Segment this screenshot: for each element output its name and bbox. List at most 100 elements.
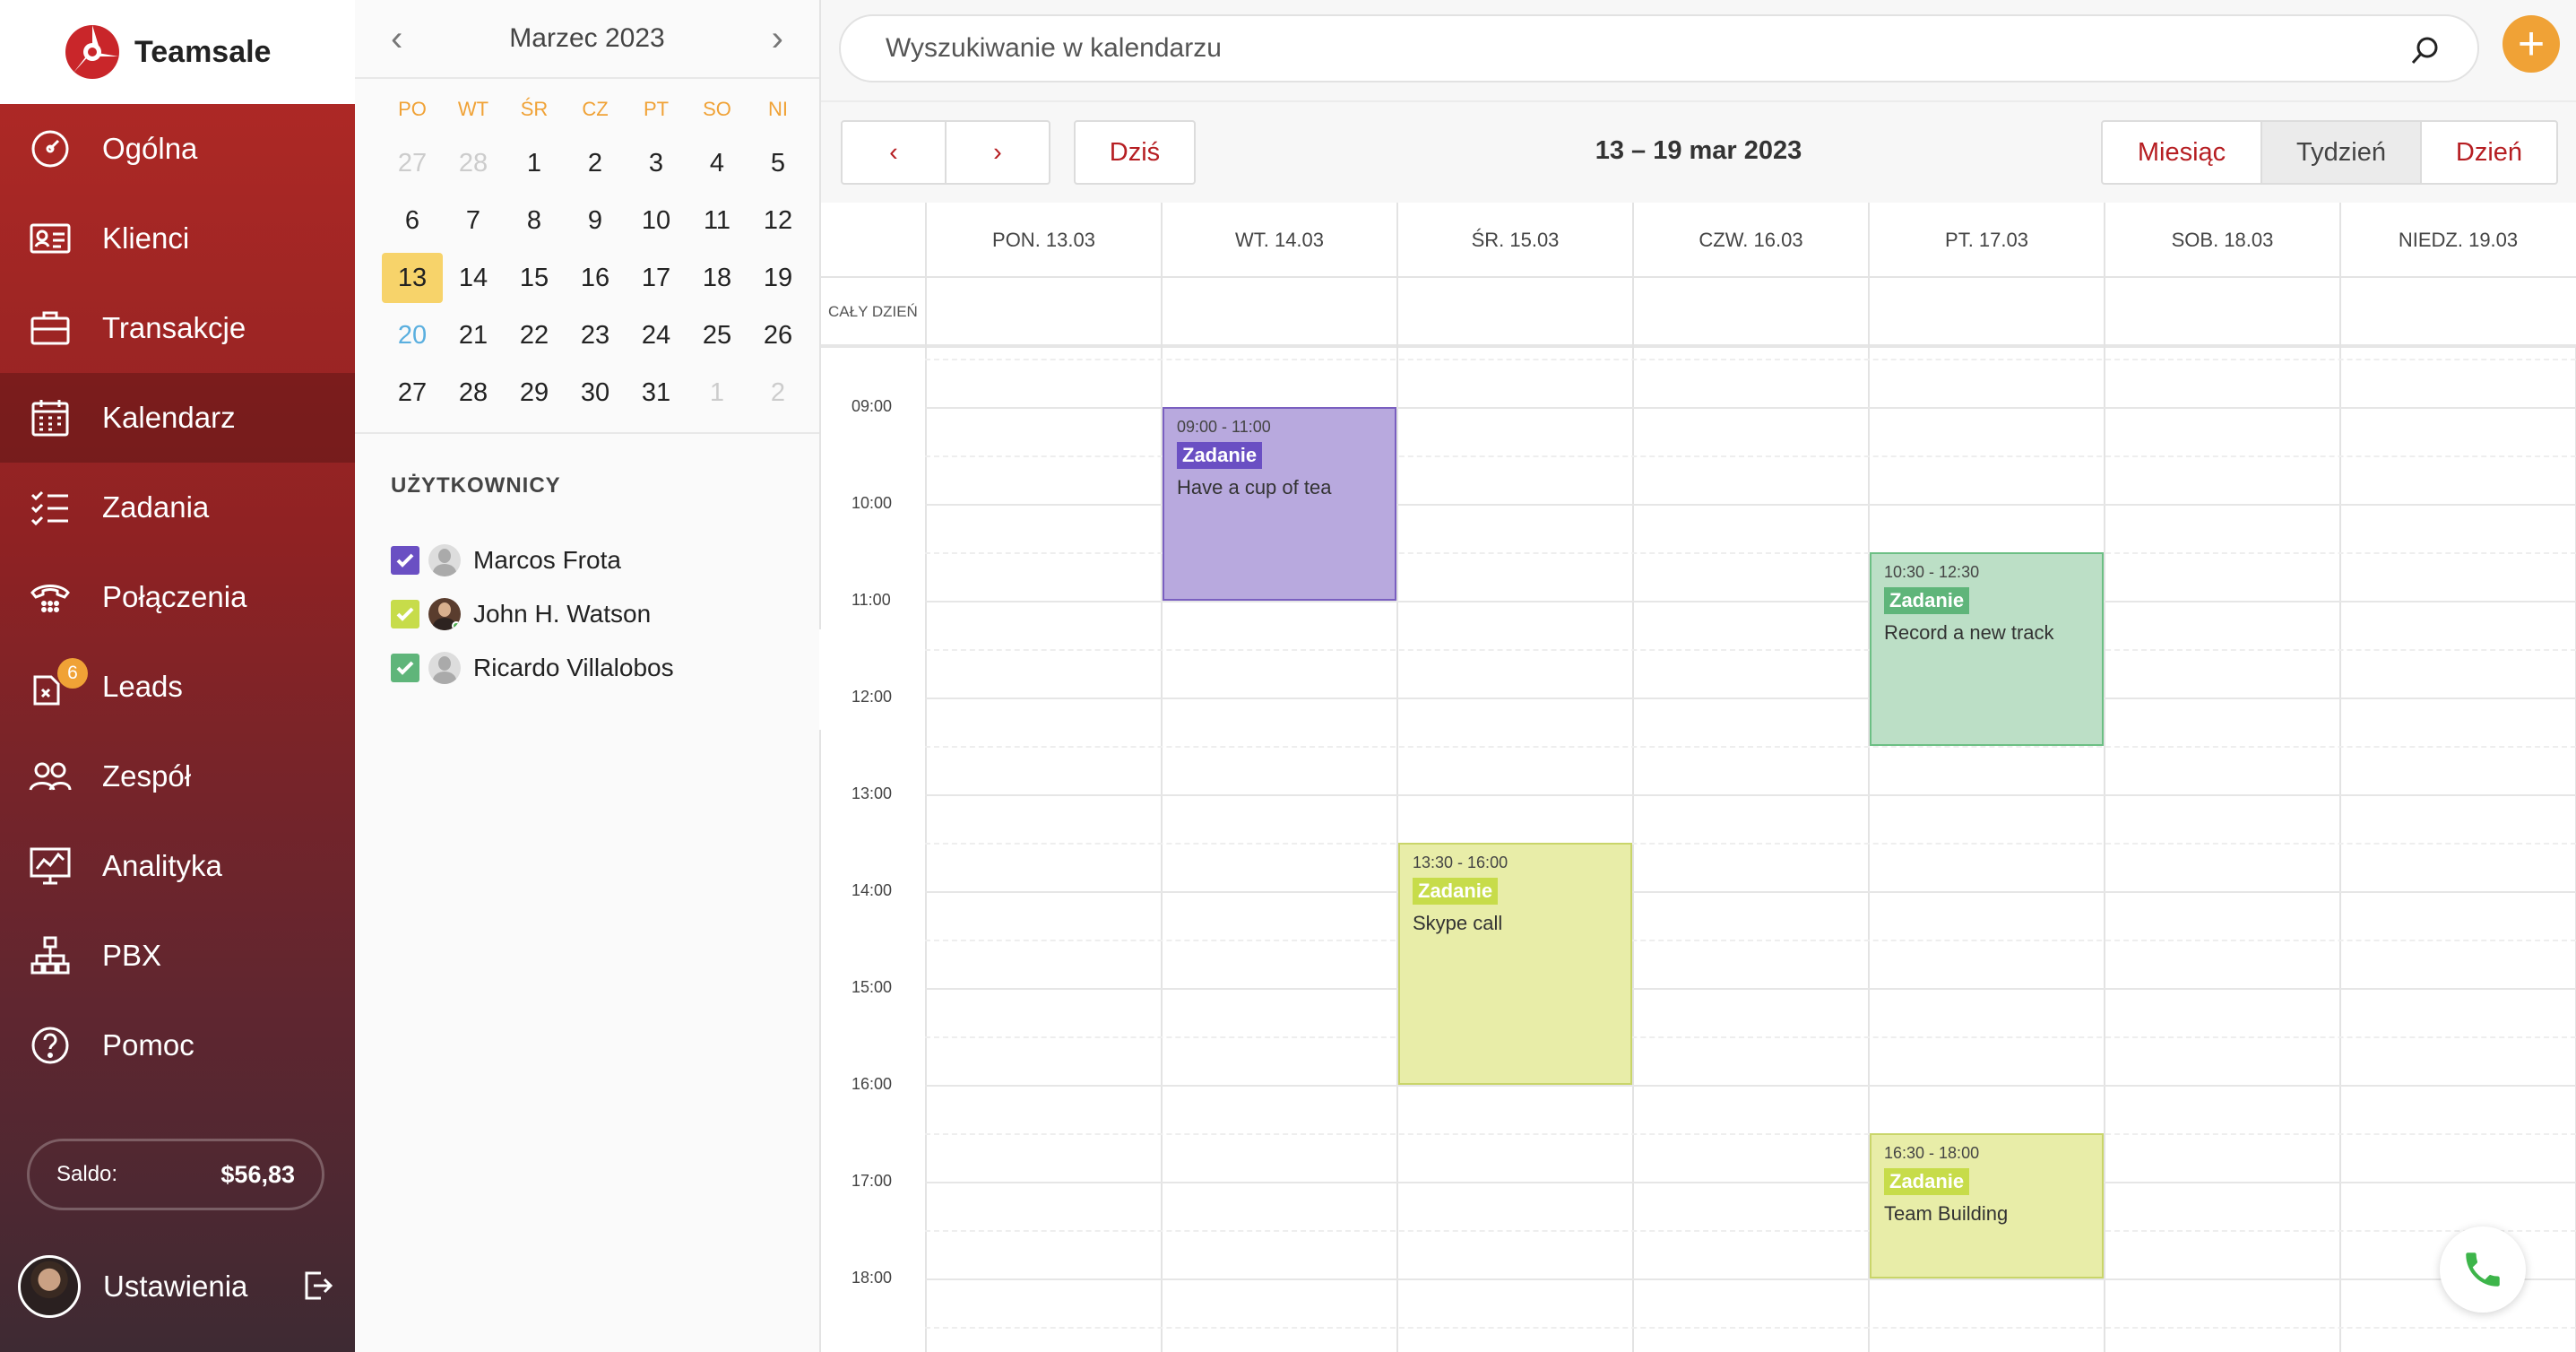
mini-calendar-day[interactable]: 9: [565, 195, 626, 246]
user-checkbox[interactable]: [391, 654, 419, 682]
mini-calendar-day[interactable]: 18: [687, 253, 748, 303]
call-button[interactable]: [2440, 1226, 2526, 1313]
prev-month-chevron-icon[interactable]: ‹: [391, 21, 402, 56]
all-day-row: CAŁY DZIEŃ: [821, 278, 2576, 348]
mini-calendar-day[interactable]: 6: [382, 195, 443, 246]
logout-icon[interactable]: [299, 1268, 335, 1304]
mini-calendar-day[interactable]: 21: [443, 310, 504, 360]
day-header[interactable]: PT. 17.03: [1868, 203, 2104, 278]
day-header[interactable]: CZW. 16.03: [1632, 203, 1868, 278]
mini-calendar-day[interactable]: 31: [626, 368, 687, 418]
mini-calendar-day[interactable]: 27: [382, 138, 443, 188]
mini-calendar-day[interactable]: 25: [687, 310, 748, 360]
sidebar-item-poaczenia[interactable]: Połączenia: [0, 552, 355, 642]
user-name: John H. Watson: [473, 600, 652, 628]
sidebar-item-zespo[interactable]: Zespół: [0, 732, 355, 821]
leads-count-badge: 6: [57, 658, 88, 689]
mini-calendar-day[interactable]: 26: [748, 310, 808, 360]
all-day-cell-divider: [925, 278, 927, 348]
user-checkbox[interactable]: [391, 546, 419, 575]
mini-calendar-day[interactable]: 5: [748, 138, 808, 188]
mini-calendar-day[interactable]: 20: [382, 310, 443, 360]
calendar-event[interactable]: 09:00 - 11:00 Zadanie Have a cup of tea: [1163, 407, 1396, 601]
search-icon[interactable]: [2409, 34, 2442, 66]
calendar-icon: [27, 394, 73, 441]
sidebar-item-pbx[interactable]: PBX: [0, 911, 355, 1001]
mini-calendar-day[interactable]: 24: [626, 310, 687, 360]
mini-calendar-day[interactable]: 17: [626, 253, 687, 303]
sidebar-item-transakcje[interactable]: Transakcje: [0, 283, 355, 373]
mini-calendar-day[interactable]: 28: [443, 138, 504, 188]
mini-calendar-day[interactable]: 2: [565, 138, 626, 188]
user-checkbox[interactable]: [391, 600, 419, 628]
calendar-event[interactable]: 16:30 - 18:00 Zadanie Team Building: [1870, 1133, 2104, 1278]
user-name: Ricardo Villalobos: [473, 654, 674, 681]
calendar-event[interactable]: 13:30 - 16:00 Zadanie Skype call: [1398, 843, 1632, 1085]
mini-calendar-day[interactable]: 3: [626, 138, 687, 188]
mini-calendar-day[interactable]: 10: [626, 195, 687, 246]
sidebar-item-label: Transakcje: [102, 311, 246, 344]
event-title: Have a cup of tea: [1177, 476, 1332, 498]
mini-calendar-day[interactable]: 2: [748, 368, 808, 418]
settings-link[interactable]: Ustawienia: [0, 1246, 355, 1327]
day-header[interactable]: WT. 14.03: [1161, 203, 1396, 278]
mini-calendar-day[interactable]: 14: [443, 253, 504, 303]
next-month-chevron-icon[interactable]: ›: [772, 21, 783, 56]
avatar[interactable]: [18, 1255, 81, 1318]
weekday-label: WT: [457, 98, 489, 120]
mini-calendar-day[interactable]: 4: [687, 138, 748, 188]
mini-calendar-day[interactable]: 29: [504, 368, 565, 418]
sidebar-item-pomoc[interactable]: Pomoc: [0, 1001, 355, 1090]
day-header[interactable]: NIEDZ. 19.03: [2339, 203, 2575, 278]
mini-calendar-day[interactable]: 27: [382, 368, 443, 418]
calendar-event[interactable]: 10:30 - 12:30 Zadanie Record a new track: [1870, 552, 2104, 746]
today-button[interactable]: Dziś: [1074, 120, 1196, 185]
sidebar-item-label: Analityka: [102, 849, 222, 882]
user-filter-item[interactable]: John H. Watson: [391, 592, 651, 637]
user-filter-item[interactable]: Ricardo Villalobos: [391, 646, 674, 690]
half-hour-line: [925, 1230, 2576, 1232]
search-input[interactable]: Wyszukiwanie w kalendarzu: [839, 14, 2479, 82]
mini-calendar-day[interactable]: 19: [748, 253, 808, 303]
event-type-badge: Zadanie: [1177, 442, 1263, 469]
add-button[interactable]: +: [2503, 15, 2560, 73]
day-column-divider: [1632, 348, 1634, 1352]
view-week-button[interactable]: Tydzień: [2260, 120, 2422, 185]
mini-calendar-day[interactable]: 28: [443, 368, 504, 418]
mini-calendar-day[interactable]: 7: [443, 195, 504, 246]
sidebar-item-klienci[interactable]: Klienci: [0, 194, 355, 283]
next-week-button[interactable]: ›: [945, 120, 1050, 185]
mini-calendar-day[interactable]: 11: [687, 195, 748, 246]
all-day-cell-divider: [2339, 278, 2341, 348]
mini-calendar-day[interactable]: 12: [748, 195, 808, 246]
sidebar-item-kalendarz[interactable]: Kalendarz: [0, 373, 355, 463]
mini-calendar-day[interactable]: 1: [687, 368, 748, 418]
logo-bar[interactable]: Teamsale: [0, 0, 355, 104]
all-day-cell-divider: [1632, 278, 1634, 348]
mini-calendar-day[interactable]: 13: [382, 253, 443, 303]
mini-calendar-day[interactable]: 15: [504, 253, 565, 303]
sidebar-item-zadania[interactable]: Zadania: [0, 463, 355, 552]
balance-value: $56,83: [220, 1160, 295, 1188]
sidebar-item-ogolna[interactable]: Ogólna: [0, 104, 355, 194]
prev-week-button[interactable]: ‹: [841, 120, 947, 185]
user-filter-item[interactable]: Marcos Frota: [391, 538, 621, 583]
sidebar-item-analityka[interactable]: Analityka: [0, 821, 355, 911]
sidebar-item-leads[interactable]: 6 Leads: [0, 642, 355, 732]
mini-calendar-day[interactable]: 22: [504, 310, 565, 360]
day-header[interactable]: PON. 13.03: [925, 203, 1161, 278]
view-month-button[interactable]: Miesiąc: [2101, 120, 2262, 185]
half-hour-line: [925, 843, 2576, 845]
mini-calendar-day[interactable]: 8: [504, 195, 565, 246]
mini-calendar-day[interactable]: 23: [565, 310, 626, 360]
day-header[interactable]: ŚR. 15.03: [1396, 203, 1632, 278]
mini-calendar-day[interactable]: 16: [565, 253, 626, 303]
mini-calendar-week: 6 7 8 9 10 11 12: [382, 192, 808, 249]
sidebar-item-label: Zadania: [102, 490, 210, 524]
week-grid: PON. 13.03 WT. 14.03 ŚR. 15.03 CZW. 16.03 PT…: [821, 203, 2576, 1352]
mini-calendar-day[interactable]: 1: [504, 138, 565, 188]
hour-label: 16:00: [851, 1075, 893, 1093]
view-day-button[interactable]: Dzień: [2420, 120, 2558, 185]
mini-calendar-day[interactable]: 30: [565, 368, 626, 418]
day-header[interactable]: SOB. 18.03: [2104, 203, 2339, 278]
